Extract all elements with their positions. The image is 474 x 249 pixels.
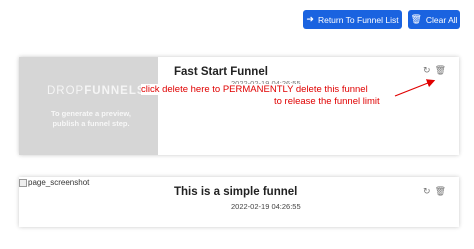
annotation-arrow bbox=[394, 79, 436, 97]
